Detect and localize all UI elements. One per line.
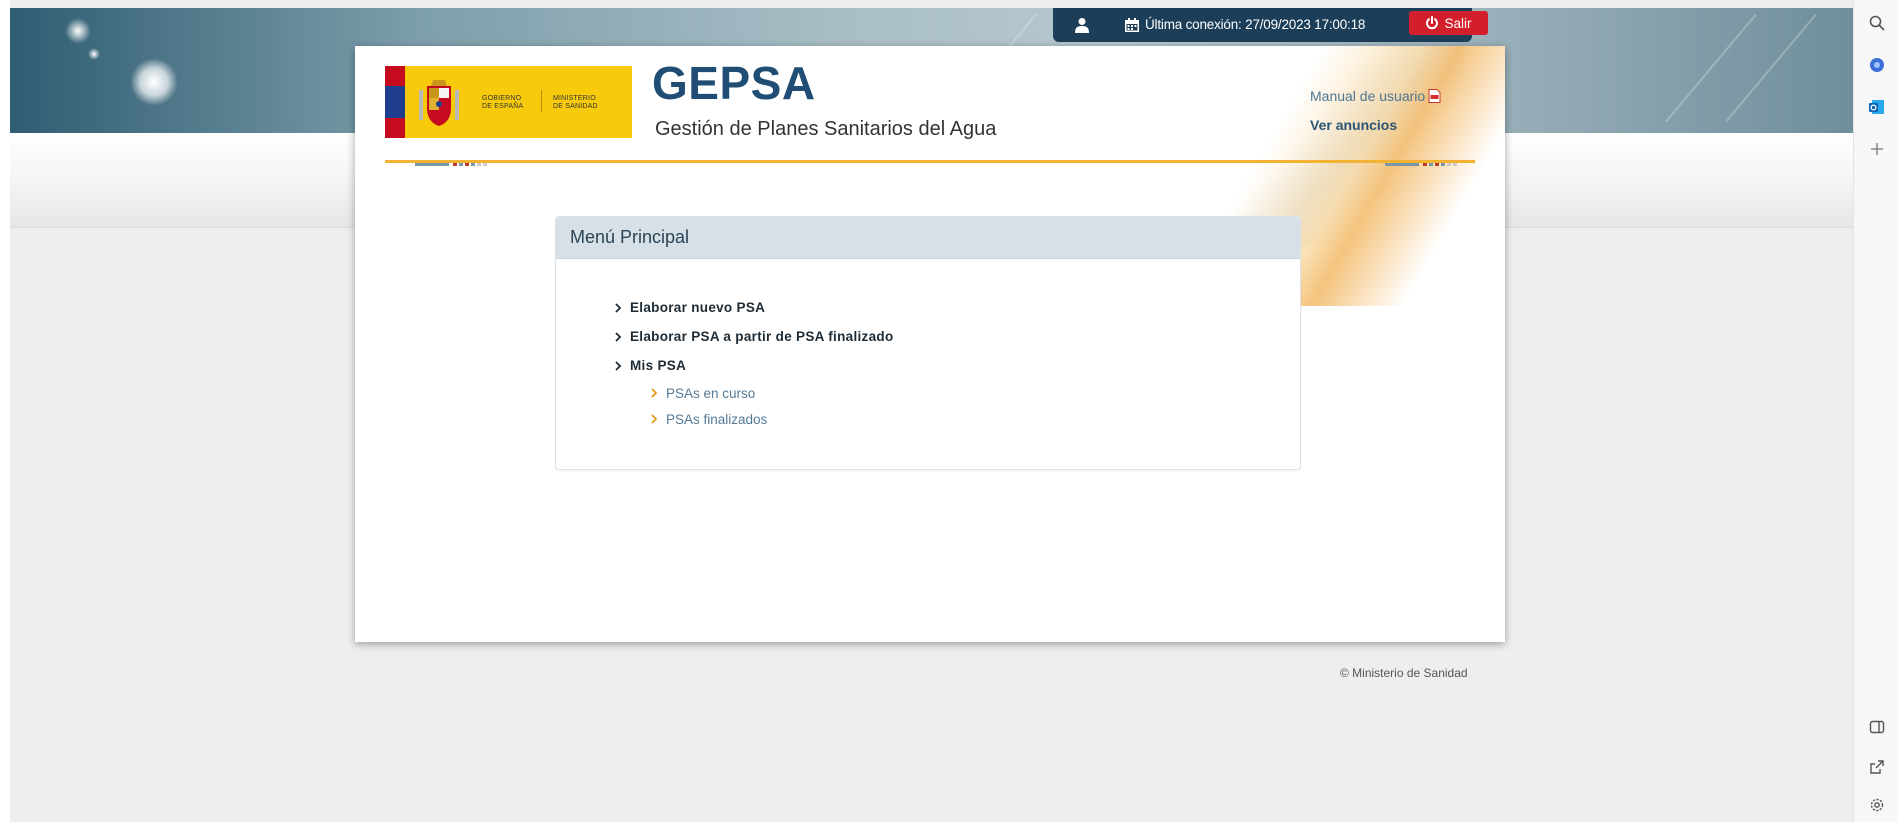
pdf-icon (1428, 89, 1441, 103)
logout-label: Salir (1444, 15, 1472, 31)
menu-item-mis-psa[interactable]: Mis PSA (614, 351, 894, 380)
user-manual-label: Manual de usuario (1310, 88, 1426, 104)
header-divider (385, 160, 1475, 163)
copilot-icon[interactable] (1868, 56, 1886, 74)
banner-decoration (1665, 13, 1757, 123)
chevron-right-icon (615, 360, 622, 371)
app-subtitle: Gestión de Planes Sanitarios del Agua (655, 118, 997, 140)
logo-divider (541, 90, 542, 112)
chevron-right-icon (615, 331, 622, 342)
page-viewport: Última conexión: 27/09/2023 17:00:18 Sal… (0, 0, 1853, 822)
government-logo[interactable]: GOBIERNO DE ESPAÑA MINISTERIO DE SANIDAD (385, 66, 632, 138)
logout-button[interactable]: Salir (1409, 11, 1488, 35)
external-link-icon[interactable] (1868, 758, 1886, 776)
submenu-item-psas-finalizados[interactable]: PSAs finalizados (650, 406, 894, 432)
last-connection-text: Última conexión: 27/09/2023 17:00:18 (1145, 17, 1366, 32)
menu-item-label: Mis PSA (630, 358, 687, 373)
banner-decoration (130, 58, 178, 106)
submenu-item-psas-en-curso[interactable]: PSAs en curso (650, 380, 894, 406)
page-edge (0, 0, 10, 822)
app-title: GEPSA (652, 57, 816, 109)
divider-marks (1385, 163, 1457, 166)
search-icon[interactable] (1868, 14, 1886, 32)
browser-side-panel (1853, 0, 1898, 822)
user-icon[interactable] (1075, 17, 1089, 33)
settings-icon[interactable] (1868, 796, 1886, 814)
coat-of-arms-icon (419, 80, 459, 126)
add-icon[interactable] (1868, 140, 1886, 158)
divider-marks (415, 163, 487, 166)
chevron-right-icon (615, 302, 622, 313)
ministry-label: MINISTERIO DE SANIDAD (553, 95, 598, 110)
sidebar-toggle-icon[interactable] (1868, 718, 1886, 736)
menu-item-elaborar-psa-desde-finalizado[interactable]: Elaborar PSA a partir de PSA finalizado (614, 322, 894, 351)
menu-title: Menú Principal (556, 217, 1300, 259)
eu-flag-strip (385, 66, 405, 138)
chevron-right-icon (651, 388, 658, 398)
user-manual-link[interactable]: Manual de usuario (1310, 88, 1441, 104)
mis-psa-submenu: PSAs en curso PSAs finalizados (650, 380, 894, 432)
menu-list: Elaborar nuevo PSA Elaborar PSA a partir… (614, 293, 894, 432)
menu-item-label: Elaborar PSA a partir de PSA finalizado (630, 329, 894, 344)
footer-copyright: © Ministerio de Sanidad (1340, 666, 1468, 680)
announcements-link[interactable]: Ver anuncios (1310, 117, 1397, 133)
main-menu-panel: Menú Principal Elaborar nuevo PSA Elabor… (555, 216, 1301, 470)
banner-decoration (1725, 13, 1817, 123)
submenu-item-label: PSAs en curso (666, 385, 756, 401)
chevron-right-icon (651, 414, 658, 424)
power-icon (1426, 16, 1439, 30)
banner-decoration (88, 48, 100, 60)
outlook-icon[interactable] (1868, 98, 1886, 116)
main-card: GOBIERNO DE ESPAÑA MINISTERIO DE SANIDAD… (355, 46, 1505, 642)
submenu-item-label: PSAs finalizados (666, 411, 768, 427)
government-label: GOBIERNO DE ESPAÑA (482, 95, 524, 110)
menu-item-label: Elaborar nuevo PSA (630, 300, 766, 315)
banner-decoration (65, 18, 91, 44)
menu-item-elaborar-nuevo-psa[interactable]: Elaborar nuevo PSA (614, 293, 894, 322)
calendar-icon (1125, 18, 1139, 32)
